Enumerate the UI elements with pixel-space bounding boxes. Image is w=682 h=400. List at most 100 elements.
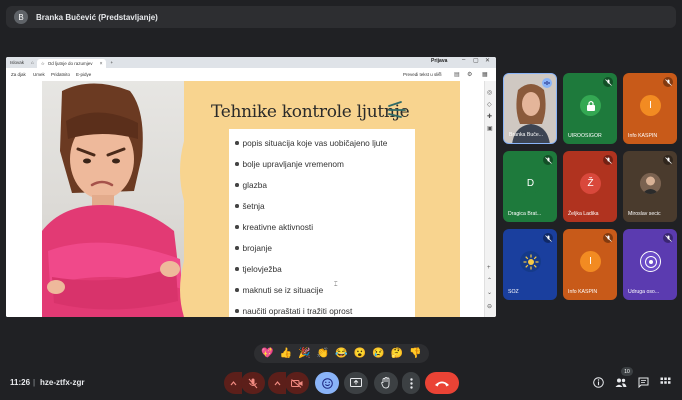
participant-tile[interactable]: Miroslav secic — [623, 151, 677, 222]
copilot-icon[interactable]: ◎ — [487, 89, 492, 96]
minimize-icon[interactable]: – — [462, 57, 465, 63]
participant-tile[interactable]: Branka Buče... — [503, 73, 557, 144]
menu-item[interactable]: Umek — [33, 72, 45, 77]
presenter-bar: B Branka Bučević (Predstavljanje) — [6, 6, 676, 28]
emoji-button[interactable] — [315, 372, 339, 394]
mic-off-icon — [543, 233, 553, 243]
tools-icon[interactable]: ✚ — [487, 113, 492, 120]
camera-off-icon — [291, 378, 303, 388]
audio-options-button[interactable] — [224, 372, 242, 394]
list-item: bolje upravljanje vremenom — [235, 159, 344, 169]
participant-tile[interactable]: UIROOSIGOR — [563, 73, 617, 144]
participant-tile[interactable]: I Info KASPIN — [623, 73, 677, 144]
present-screen-icon — [350, 378, 362, 387]
mic-off-icon — [663, 233, 673, 243]
participant-name: Info KASPIN — [568, 289, 598, 295]
meeting-code: hze-ztfx-zgr — [40, 378, 85, 387]
child-illustration — [42, 83, 184, 317]
reaction-clap[interactable]: 👏 — [317, 348, 329, 359]
participant-tile[interactable]: SOZ — [503, 229, 557, 300]
zoom-out-icon[interactable]: ⊖ — [487, 303, 492, 310]
menu-bar: Za djak Umek Pridatnito E-pidye Prevedi … — [6, 68, 496, 82]
mouse-cursor-icon: ⌶ — [334, 282, 338, 288]
participant-tile[interactable]: I Info KASPIN — [563, 229, 617, 300]
browser-tab-active[interactable]: ☆ Od ljutnje do razumjev × — [36, 59, 107, 68]
mic-off-icon — [543, 155, 553, 165]
participant-name: Info KASPIN — [628, 133, 658, 139]
participant-avatar: I — [640, 95, 661, 116]
technique-list: popis situacija koje vas uobičajeno ljut… — [229, 129, 415, 317]
mic-off-icon — [603, 155, 613, 165]
maximize-icon[interactable]: ▢ — [473, 57, 479, 64]
info-icon[interactable] — [593, 377, 604, 388]
chat-icon[interactable] — [638, 377, 649, 388]
home-icon[interactable]: ⌂ — [28, 58, 37, 67]
more-options-button[interactable] — [402, 372, 420, 394]
outlook-icon[interactable]: ▣ — [487, 125, 493, 132]
people-icon[interactable] — [615, 377, 627, 388]
list-item: naučiti opraštati i tražiti oprost — [235, 306, 352, 316]
login-button[interactable]: Prijava — [431, 58, 447, 64]
shared-screen: Islovak ⌂ ☆ Od ljutnje do razumjev × + P… — [6, 57, 496, 317]
slide-title: Tehnike kontrole ljutnje — [211, 102, 410, 122]
angry-child-photo — [42, 81, 184, 317]
meeting-time: 11:26 — [10, 378, 31, 387]
reaction-heart[interactable]: 💖 — [261, 348, 273, 359]
tab-close-icon[interactable]: × — [100, 61, 103, 67]
participant-count-badge: 10 — [621, 367, 633, 376]
activities-grid-icon[interactable] — [660, 377, 671, 388]
present-button[interactable] — [344, 372, 368, 394]
sun-logo-icon — [520, 251, 541, 272]
settings-icon[interactable]: ⚙ — [467, 71, 472, 78]
zoom-in-icon[interactable]: + — [487, 265, 491, 271]
mic-off-icon — [603, 233, 613, 243]
tab-label: Islovak — [10, 60, 25, 65]
side-toolbar: ◎ ◇ ✚ ▣ + ⌃ ⌄ ⊖ — [484, 81, 496, 317]
reaction-laugh[interactable]: 😂 — [335, 348, 347, 359]
raise-hand-button[interactable] — [374, 372, 398, 394]
smile-icon — [321, 377, 333, 389]
reaction-thumbs-down[interactable]: 👎 — [409, 348, 421, 359]
participant-tile[interactable]: Udruga oso... — [623, 229, 677, 300]
participant-name: Miroslav secic — [628, 211, 661, 217]
participant-name: Željka Ladika — [568, 211, 599, 217]
leave-call-button[interactable] — [425, 372, 459, 394]
participant-name: UIROOSIGOR — [568, 133, 602, 139]
reaction-party[interactable]: 🎉 — [298, 348, 310, 359]
page-down-icon[interactable]: ⌄ — [487, 289, 492, 296]
reaction-thumbs-up[interactable]: 👍 — [280, 348, 292, 359]
menu-item[interactable]: Za djak — [11, 72, 26, 77]
page-up-icon[interactable]: ⌃ — [487, 277, 492, 284]
participant-tile[interactable]: Ž Željka Ladika — [563, 151, 617, 222]
mic-off-icon — [603, 77, 613, 87]
search-icon[interactable]: ⌕ — [438, 71, 441, 78]
hand-icon — [381, 377, 390, 389]
close-window-icon[interactable]: ✕ — [485, 57, 490, 64]
participant-avatar-photo — [640, 173, 661, 194]
browser-tabbar: Islovak ⌂ ☆ Od ljutnje do razumjev × + — [6, 57, 496, 68]
participant-avatar: I — [580, 251, 601, 272]
camera-toggle-button[interactable] — [285, 372, 309, 394]
participant-name: SOZ — [508, 289, 519, 295]
mic-toggle-button[interactable] — [241, 372, 265, 394]
layout-icon[interactable]: ▤ — [454, 71, 460, 78]
browser-tab[interactable]: Islovak — [6, 58, 28, 67]
reaction-sad[interactable]: 😢 — [372, 348, 384, 359]
participant-tile[interactable]: D Dragica Brat... — [503, 151, 557, 222]
menu-item[interactable]: Pridatnito — [51, 72, 70, 77]
decoration-lines-icon — [388, 101, 406, 118]
shopping-icon[interactable]: ◇ — [487, 101, 492, 108]
new-tab-button[interactable]: + — [106, 58, 117, 67]
translate-image-text[interactable]: Prevedi tekst u slici — [403, 72, 442, 77]
reaction-thinking[interactable]: 🤔 — [391, 348, 403, 359]
list-item: maknuti se iz situacije — [235, 285, 323, 295]
menu-item[interactable]: E-pidye — [76, 72, 91, 77]
reaction-surprised[interactable]: 😮 — [354, 348, 366, 359]
panel-icon[interactable]: ▦ — [482, 71, 488, 78]
video-options-button[interactable] — [268, 372, 286, 394]
more-vert-icon — [409, 377, 413, 389]
reactions-bar: 💖 👍 🎉 👏 😂 😮 😢 🤔 👎 — [254, 344, 429, 363]
mic-off-icon — [663, 77, 673, 87]
mic-off-icon — [248, 378, 258, 388]
speaking-icon — [542, 78, 552, 88]
